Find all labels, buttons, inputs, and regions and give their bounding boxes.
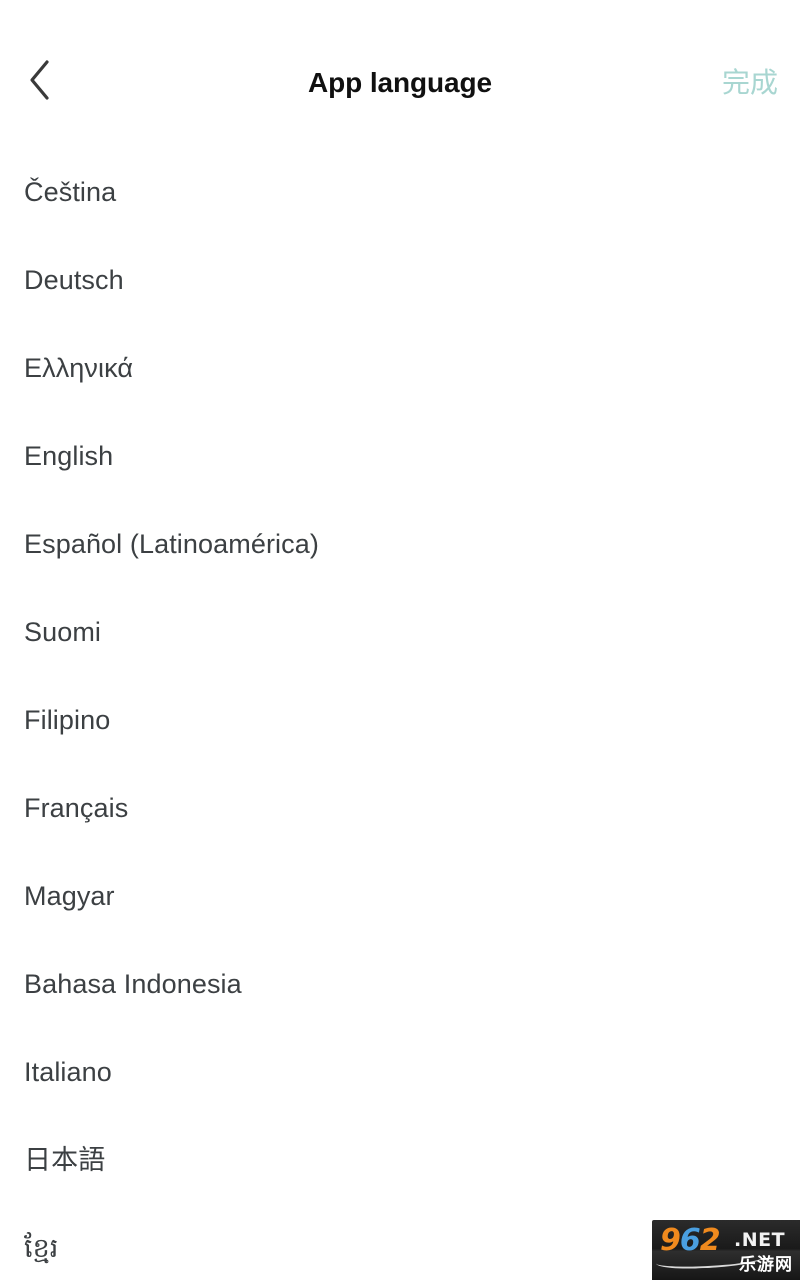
list-item[interactable]: Deutsch	[0, 236, 800, 324]
list-item[interactable]: Suomi	[0, 588, 800, 676]
language-label: Français	[24, 793, 129, 823]
list-item[interactable]: Español (Latinoamérica)	[0, 500, 800, 588]
list-item[interactable]: Ελληνικά	[0, 324, 800, 412]
language-label: 日本語	[24, 1145, 106, 1175]
site-watermark: 962 .NET 乐游网	[652, 1220, 800, 1280]
list-item[interactable]: English	[0, 412, 800, 500]
list-item[interactable]: Čeština	[0, 148, 800, 236]
list-item[interactable]: Magyar	[0, 852, 800, 940]
list-item[interactable]: Français	[0, 764, 800, 852]
watermark-tld: .NET	[734, 1229, 786, 1251]
watermark-chinese-text: 乐游网	[739, 1255, 793, 1275]
list-item[interactable]: Italiano	[0, 1028, 800, 1116]
language-label: Ελληνικά	[24, 353, 134, 383]
list-item[interactable]: Bahasa Indonesia	[0, 940, 800, 1028]
language-label: Magyar	[24, 881, 115, 911]
language-label: English	[24, 441, 114, 471]
language-label: Deutsch	[24, 265, 124, 295]
done-button[interactable]: 完成	[722, 64, 778, 102]
language-label: Italiano	[24, 1057, 112, 1087]
language-label: Suomi	[24, 617, 102, 647]
page-title: App language	[308, 67, 492, 98]
app-language-screen: App language 完成 Čeština Deutsch Ελληνικά…	[0, 0, 800, 1280]
list-item[interactable]: Filipino	[0, 676, 800, 764]
language-label: Bahasa Indonesia	[24, 969, 242, 999]
language-label: Filipino	[24, 705, 111, 735]
list-item[interactable]: 日本語	[0, 1116, 800, 1204]
app-bar: App language 完成	[0, 0, 800, 128]
language-label: Čeština	[24, 177, 117, 207]
language-list: Čeština Deutsch Ελληνικά English Español…	[0, 128, 800, 1280]
language-label: Español (Latinoamérica)	[24, 529, 319, 559]
language-label: ខ្មែរ	[24, 1233, 59, 1263]
